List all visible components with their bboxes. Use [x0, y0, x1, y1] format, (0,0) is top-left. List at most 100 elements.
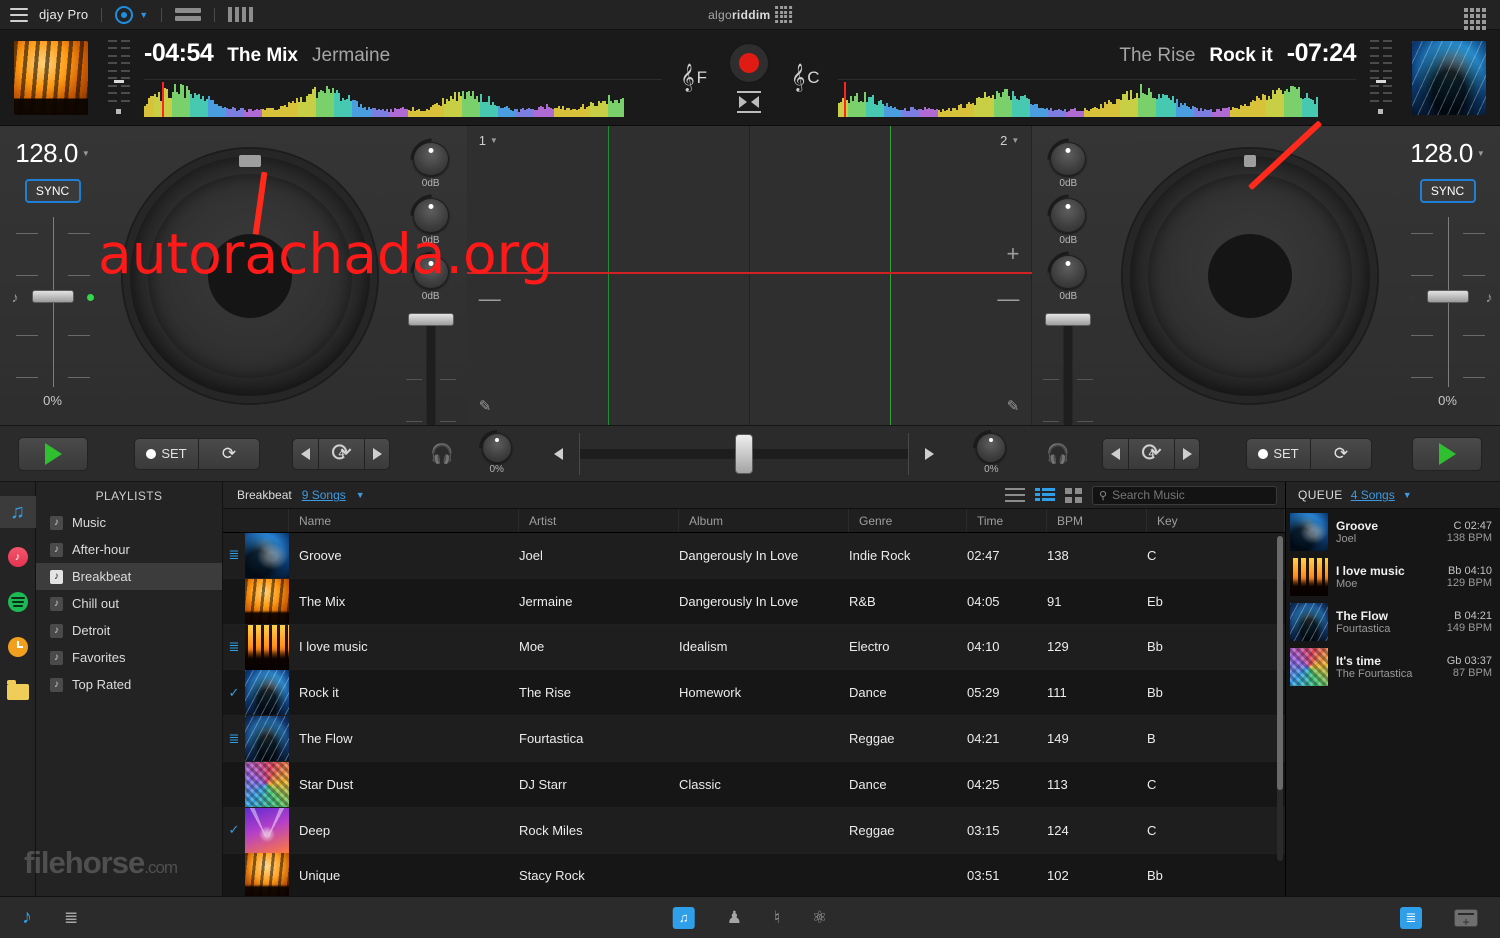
deck2-loop-button[interactable]: ⟳	[1310, 437, 1372, 470]
deck1-sync-button[interactable]: SYNC	[24, 179, 81, 203]
list-view-icon[interactable]: ≣	[1400, 906, 1422, 929]
deck1-waveform-canvas[interactable]	[144, 80, 662, 117]
deck2-eq-low-knob[interactable]	[1039, 242, 1098, 301]
view-detail-icon[interactable]	[1035, 488, 1055, 502]
col-header-artist[interactable]: Artist	[519, 509, 679, 532]
queue-list-icon[interactable]: ≣	[64, 908, 78, 928]
view-list-icon[interactable]	[1005, 488, 1025, 502]
crossfader-track[interactable]	[579, 432, 909, 475]
target-ring-icon[interactable]	[115, 5, 134, 24]
table-row[interactable]: Unique Stacy Rock 03:51 102 Bb	[223, 853, 1285, 896]
search-box[interactable]: ⚲	[1092, 485, 1277, 505]
deck2-cue-set-button[interactable]: SET	[1246, 437, 1310, 470]
sidebar-item-after-hour[interactable]: ♪ After-hour	[36, 536, 222, 563]
chevron-down-icon[interactable]: ▼	[1403, 490, 1412, 500]
deck2-play-button[interactable]	[1412, 436, 1482, 471]
sidebar-item-chill-out[interactable]: ♪ Chill out	[36, 590, 222, 617]
deck2-platter-area[interactable]	[1104, 119, 1395, 425]
crossfader-left-arrow-icon[interactable]	[554, 447, 563, 460]
deck1-mini-fader[interactable]	[102, 39, 136, 116]
deck2-eq-mid-knob[interactable]	[1039, 186, 1098, 245]
panel-toggle-icon[interactable]	[1454, 908, 1478, 929]
deck1-pitch-fader[interactable]: ♪	[12, 217, 94, 387]
layout-bars-icon[interactable]	[228, 7, 254, 22]
deck1-zoom-out-button[interactable]: —	[479, 286, 501, 312]
sidebar-item-breakbeat[interactable]: ♪ Breakbeat	[36, 563, 222, 590]
deck2-platter[interactable]	[1122, 119, 1377, 403]
chevron-down-icon[interactable]: ▼	[1477, 149, 1485, 158]
source-folders[interactable]	[0, 676, 36, 708]
deck2-beat-next-button[interactable]	[1174, 437, 1200, 470]
deck2-edit-pencil-icon[interactable]: ✎	[1007, 397, 1020, 415]
deck1-beat-next-button[interactable]	[364, 437, 390, 470]
mini-fader-handle[interactable]	[1376, 79, 1387, 83]
deck1-platter-area[interactable]	[105, 126, 395, 425]
queue-list-item[interactable]: I love music Moe Bb 04:10 129 BPM	[1286, 554, 1500, 599]
deck2-pitch-handle[interactable]	[1426, 290, 1469, 303]
table-row[interactable]: Star Dust DJ Starr Classic Dance 04:25 113 C	[223, 761, 1285, 808]
record-button[interactable]	[729, 42, 770, 83]
deck1-bpm-control[interactable]: 128.0 ▼	[15, 138, 90, 169]
queue-list-item[interactable]: It's time The Fourtastica Gb 03:37 87 BPM	[1286, 644, 1500, 689]
scrollbar-thumb[interactable]	[1277, 536, 1283, 790]
deck2-waveform[interactable]	[837, 78, 1357, 117]
table-row[interactable]: ≣ I love music Moe Idealism Electro 04:10 129 B…	[223, 624, 1285, 671]
deck2-waveform-canvas[interactable]	[837, 80, 1356, 117]
layout-stack-icon[interactable]	[175, 8, 202, 21]
deck2-volume-handle[interactable]	[1045, 312, 1092, 326]
source-music-library[interactable]: ♫	[0, 496, 36, 528]
deck1-headphone-cue-button[interactable]: 🎧	[430, 442, 454, 466]
chevron-down-icon[interactable]: ▼	[82, 149, 90, 158]
deck1-number-label[interactable]: 1 ▼	[479, 133, 498, 148]
deck2-bpm-control[interactable]: 128.0 ▼	[1410, 138, 1485, 169]
song-count-label[interactable]: 9 Songs	[302, 488, 346, 502]
sampler-icon[interactable]: ⚛	[812, 908, 827, 928]
deck1-loop-button[interactable]: ⟳	[198, 437, 260, 470]
col-header-name[interactable]: Name	[289, 509, 519, 532]
table-row[interactable]: ≣ The Flow Fourtastica Reggae 04:21 149 B	[223, 716, 1285, 762]
deck1-fx-knob[interactable]	[471, 422, 523, 473]
waveform-fit-icon[interactable]	[735, 90, 763, 113]
deck2-headphone-cue-button[interactable]: 🎧	[1046, 442, 1070, 466]
deck1-volume-handle[interactable]	[407, 312, 454, 326]
apps-grid-button[interactable]	[1464, 8, 1486, 30]
table-row[interactable]: The Mix Jermaine Dangerously In Love R&B 04:…	[223, 578, 1285, 625]
table-row[interactable]: ✓ Rock it The Rise Homework Dance 05:29 111 Bb	[223, 670, 1285, 717]
artist-mic-icon[interactable]: ♟	[727, 908, 742, 928]
track-list-scrollbar[interactable]	[1277, 536, 1283, 861]
col-header-album[interactable]: Album	[679, 509, 849, 532]
deck2-mini-fader[interactable]	[1364, 39, 1398, 116]
sidebar-item-music[interactable]: ♪ Music	[36, 509, 222, 536]
crossfader-handle[interactable]	[735, 433, 753, 474]
sidebar-item-top-rated[interactable]: ♪ Top Rated	[36, 671, 222, 698]
queue-list-item[interactable]: The Flow Fourtastica B 04:21 149 BPM	[1286, 599, 1500, 644]
source-itunes[interactable]: ♪	[0, 541, 36, 573]
deck1-eq-high-knob[interactable]	[401, 130, 460, 189]
deck2-beat-prev-button[interactable]	[1102, 437, 1128, 470]
col-header-genre[interactable]: Genre	[849, 509, 967, 532]
deck1-edit-pencil-icon[interactable]: ✎	[479, 397, 492, 415]
table-row[interactable]: ≣ Groove Joel Dangerously In Love Indie Rock…	[223, 533, 1285, 579]
hamburger-menu-icon[interactable]	[10, 7, 28, 22]
deck1-beat-prev-button[interactable]	[292, 437, 318, 470]
deck2-pitch-fader[interactable]: ♪	[1408, 217, 1493, 387]
crossfader-right-arrow-icon[interactable]	[925, 447, 934, 460]
queue-list-item[interactable]: Groove Joel C 02:47 138 BPM	[1286, 509, 1500, 554]
playlist-active-icon[interactable]: ♫	[672, 906, 695, 929]
deck1-eq-mid-knob[interactable]	[401, 186, 460, 245]
mini-fader-handle[interactable]	[114, 79, 124, 83]
deck2-zoom-out-button[interactable]: —	[997, 286, 1019, 312]
col-header-time[interactable]: Time	[967, 509, 1047, 532]
source-spotify[interactable]	[0, 586, 36, 618]
deck2-beat-size-button[interactable]: 4	[1128, 437, 1174, 470]
deck1-vertical-waveform[interactable]: 1 ▼ — ✎	[467, 126, 750, 425]
sidebar-item-favorites[interactable]: ♪ Favorites	[36, 644, 222, 671]
view-grid-icon[interactable]	[1065, 487, 1082, 503]
queue-count-label[interactable]: 4 Songs	[1351, 488, 1395, 502]
deck2-number-label[interactable]: 2 ▼	[1000, 133, 1019, 148]
search-input[interactable]	[1112, 488, 1270, 502]
music-note-icon[interactable]: ♪	[22, 906, 32, 929]
deck1-eq-low-knob[interactable]	[401, 242, 460, 301]
table-row[interactable]: ✓ Deep Rock Miles Reggae 03:15 124 C	[223, 807, 1285, 854]
deck2-vertical-waveform[interactable]: 2 ▼ + — ✎	[750, 126, 1033, 425]
